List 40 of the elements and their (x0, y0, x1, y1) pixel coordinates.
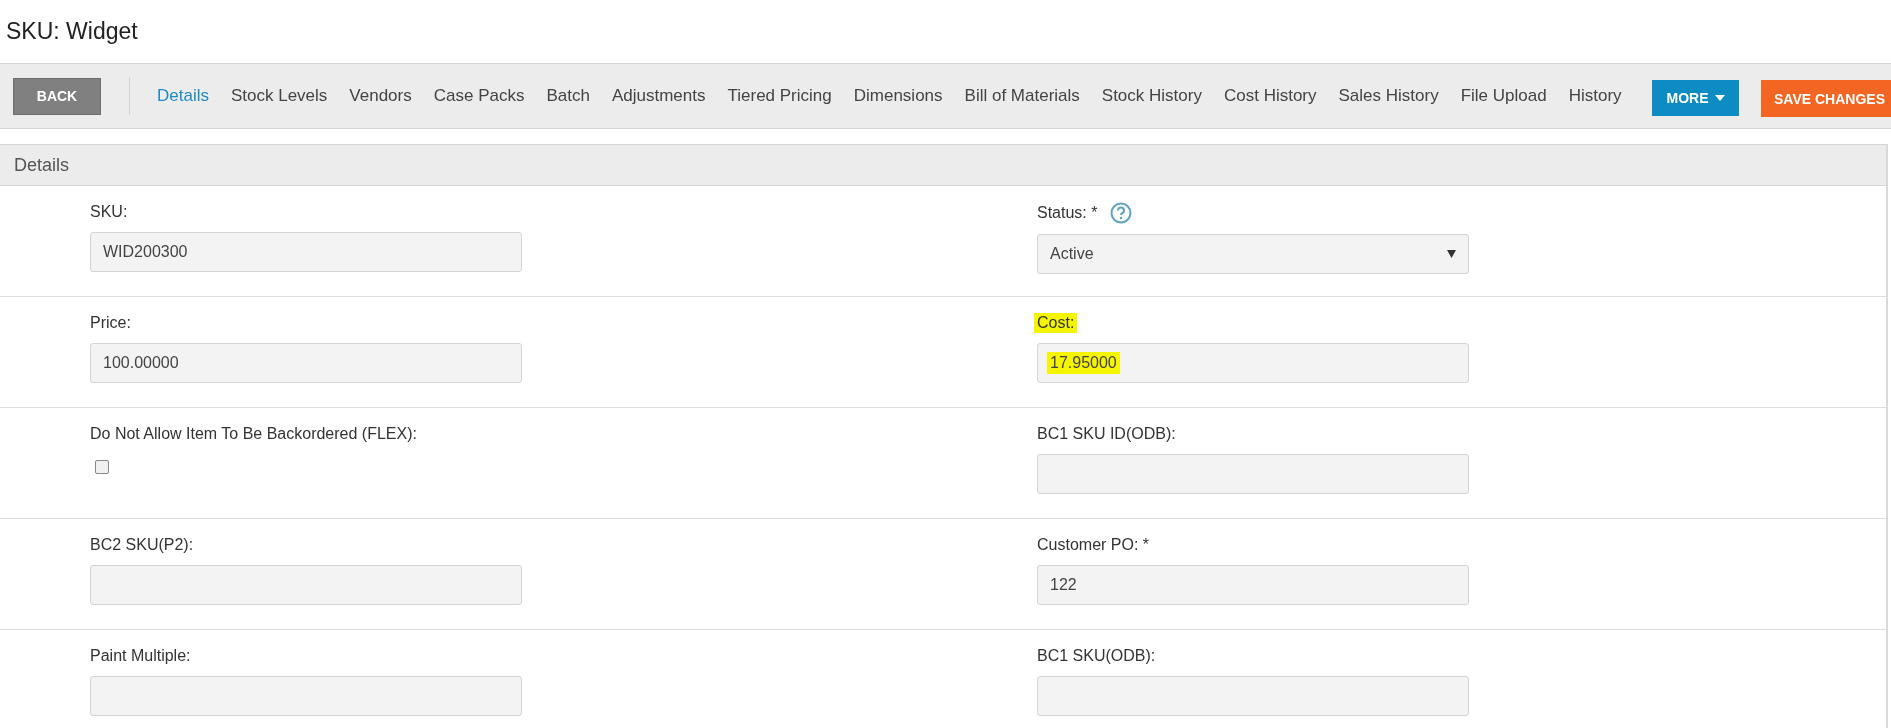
input-field[interactable] (90, 565, 522, 605)
more-button[interactable]: MORE (1652, 80, 1739, 116)
field-label: Paint Multiple: (89, 646, 192, 666)
input-field[interactable]: 122 (1037, 565, 1469, 605)
field-label: BC1 SKU ID(ODB): (1036, 424, 1177, 444)
help-icon[interactable] (1110, 202, 1133, 224)
field-label: SKU: (89, 202, 129, 222)
tab[interactable]: Tiered Pricing (727, 86, 832, 106)
tab[interactable]: Batch (546, 86, 590, 106)
field-label: Price: (89, 313, 132, 333)
field-label: Customer PO: * (1036, 535, 1151, 555)
tab[interactable]: Adjustments (611, 86, 706, 106)
field-label: Status: * (1036, 203, 1099, 223)
back-button[interactable]: BACK (13, 77, 101, 115)
tab[interactable]: Cost History (1223, 86, 1317, 106)
input-field[interactable] (1037, 454, 1469, 494)
input-field[interactable] (1037, 676, 1469, 716)
checkbox[interactable] (95, 460, 109, 474)
tab[interactable]: Case Packs (433, 86, 525, 106)
tab[interactable]: Bill of Materials (964, 86, 1080, 106)
field-label: BC1 SKU(ODB): (1036, 646, 1157, 666)
tab[interactable]: File Upload (1460, 86, 1547, 106)
tab[interactable]: Dimensions (853, 86, 943, 106)
status-dropdown[interactable]: Active (1037, 234, 1469, 274)
tab[interactable]: Sales History (1338, 86, 1439, 106)
tab[interactable]: Stock History (1101, 86, 1202, 106)
tab[interactable]: Stock Levels (230, 86, 328, 106)
input-field[interactable]: 100.00000 (90, 343, 522, 383)
field-label: Cost: (1034, 313, 1078, 333)
tab[interactable]: History (1568, 86, 1622, 106)
input-field[interactable] (90, 676, 522, 716)
section-title: Details (13, 154, 70, 176)
field-label: Do Not Allow Item To Be Backordered (FLEX): (89, 424, 418, 444)
input-field[interactable]: WID200300 (90, 232, 522, 272)
field-label: BC2 SKU(P2): (89, 535, 195, 555)
page-title: SKU: Widget (5, 17, 139, 46)
input-field[interactable]: 17.95000 (1037, 343, 1469, 383)
caret-icon (1714, 95, 1725, 101)
caret-icon (1447, 250, 1456, 258)
tab[interactable]: Vendors (349, 86, 412, 106)
